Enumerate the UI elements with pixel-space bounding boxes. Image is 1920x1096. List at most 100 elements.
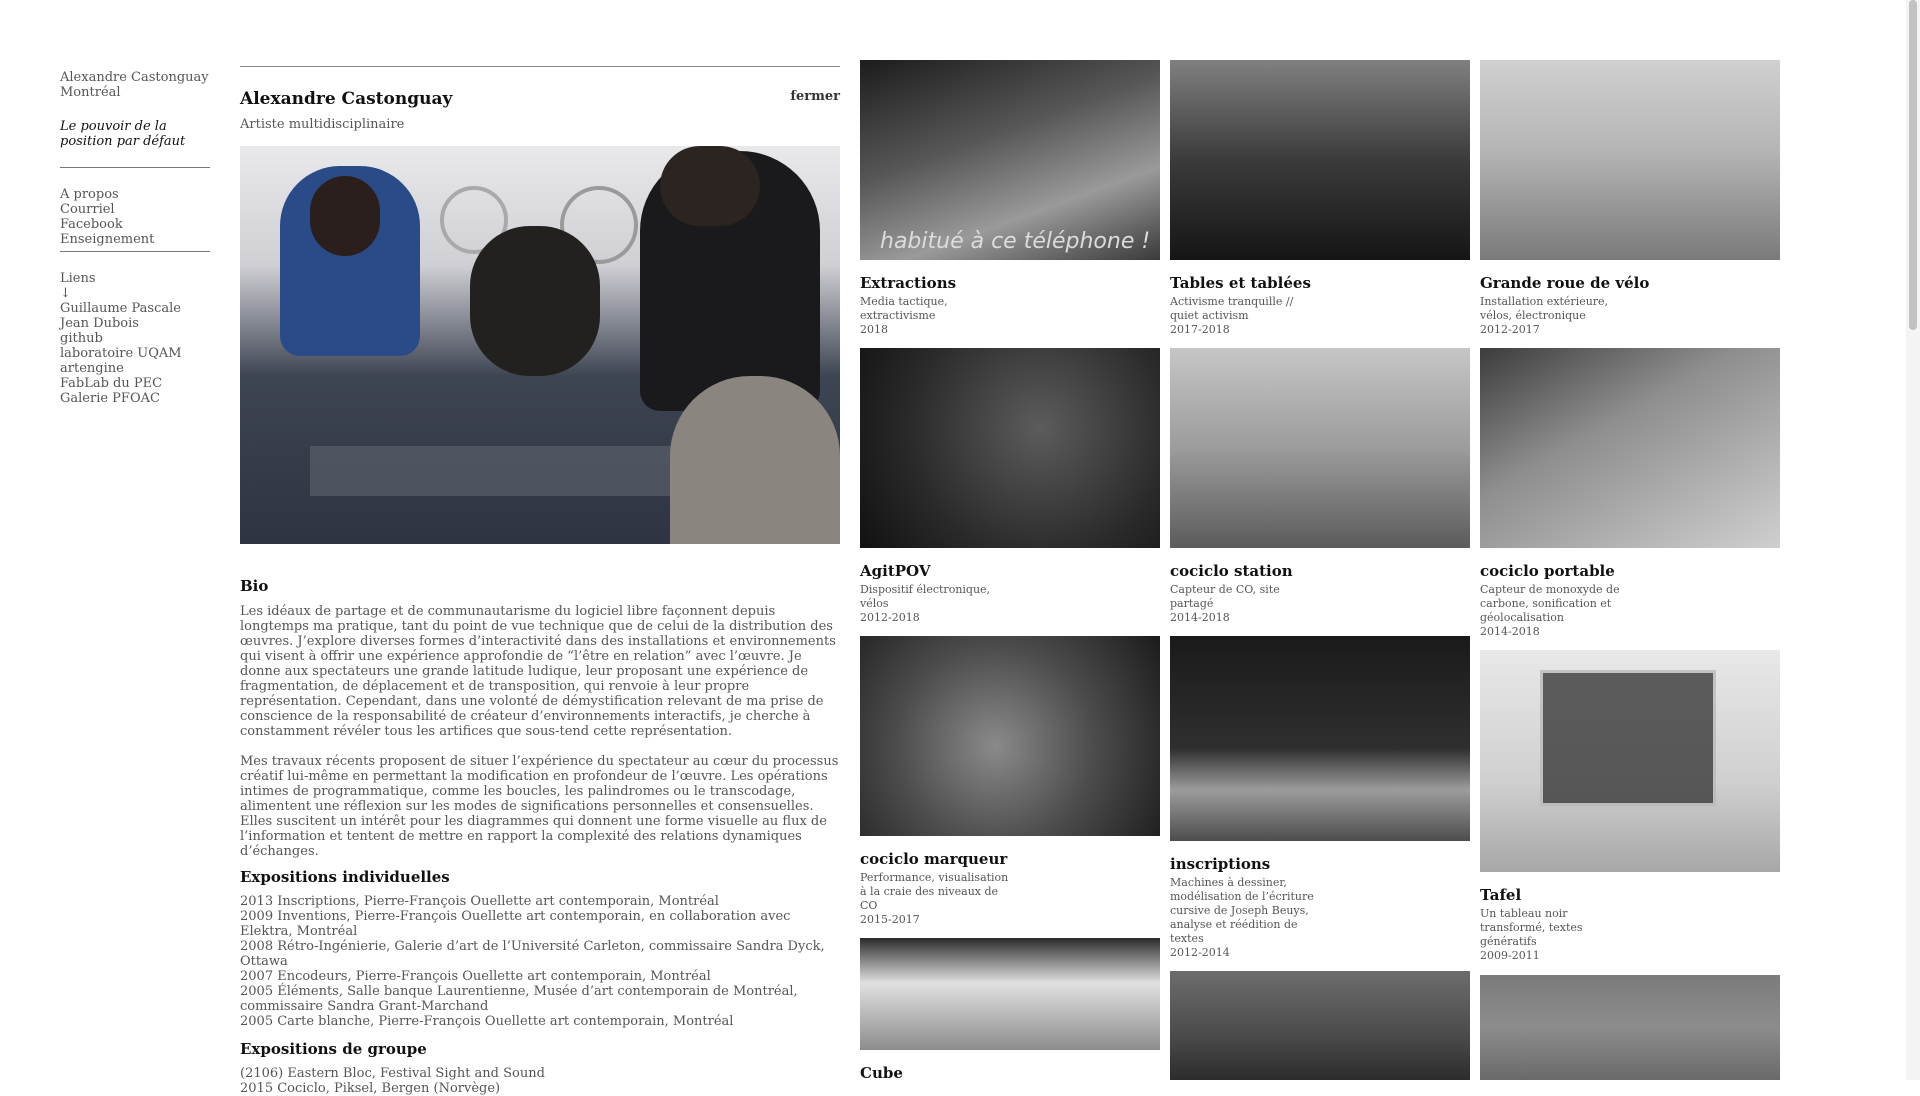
project-card-tables-et-tablees[interactable]: Tables et tablées Activisme tranquille /…: [1170, 60, 1470, 337]
solo-exhibitions-heading: Expositions individuelles: [240, 868, 450, 886]
project-description: Capteur de CO, site partagé 2014-2018: [1170, 583, 1320, 625]
thumbnail-overlay-text: habitué à ce téléphone !: [880, 229, 1151, 254]
project-card-grande-roue-de-velo[interactable]: Grande roue de vélo Installation extérie…: [1480, 60, 1780, 337]
bio-paragraph-2: Mes travaux récents proposent de situer …: [240, 754, 839, 859]
desc-line: Capteur de CO, site: [1170, 583, 1280, 596]
table-electronics-shape: [310, 446, 690, 496]
person-shape: [470, 226, 600, 376]
desc-line: analyse et réédition de: [1170, 918, 1298, 931]
project-title[interactable]: AgitPOV: [860, 562, 1160, 580]
nav-link-enseignement[interactable]: Enseignement: [60, 232, 210, 247]
sidebar: Alexandre Castonguay Montréal Le pouvoir…: [60, 70, 210, 406]
desc-line: 2012-2014: [1170, 946, 1230, 959]
links-list: Guillaume Pascale Jean Dubois github lab…: [60, 301, 210, 406]
project-thumbnail[interactable]: [1170, 971, 1470, 1080]
project-title[interactable]: Cube: [860, 1064, 1160, 1082]
desc-line: Performance, visualisation: [860, 871, 1009, 884]
project-card-untitled[interactable]: [1170, 971, 1470, 1080]
nav-link-a-propos[interactable]: A propos: [60, 187, 210, 202]
desc-line: partagé: [1170, 597, 1214, 610]
project-card-untitled-2[interactable]: [1480, 975, 1780, 1080]
project-card-cociclo-station[interactable]: cociclo station Capteur de CO, site part…: [1170, 348, 1470, 625]
project-thumbnail[interactable]: [1170, 636, 1470, 841]
project-title[interactable]: Tafel: [1480, 886, 1780, 904]
link-jean-dubois[interactable]: Jean Dubois: [60, 316, 210, 331]
project-thumbnail[interactable]: [1480, 650, 1780, 872]
page-scrollbar[interactable]: [1906, 0, 1920, 1080]
desc-line: CO: [860, 899, 878, 912]
project-description: Activisme tranquille // quiet activism 2…: [1170, 295, 1320, 337]
group-exhibitions-heading: Expositions de groupe: [240, 1040, 427, 1058]
desc-line: Media tactique,: [860, 295, 948, 308]
project-card-cociclo-portable[interactable]: cociclo portable Capteur de monoxyde de …: [1480, 348, 1780, 639]
project-title[interactable]: inscriptions: [1170, 855, 1470, 873]
group-exhibitions-list: (2106) Eastern Bloc, Festival Sight and …: [240, 1066, 840, 1096]
desc-line: Un tableau noir: [1480, 907, 1568, 920]
tagline: Le pouvoir de la position par défaut: [60, 119, 210, 149]
list-item: 2015 Cociclo, Piksel, Bergen (Norvège): [240, 1081, 501, 1096]
article-panel: Alexandre Castonguay fermer Artiste mult…: [240, 66, 840, 1096]
desc-line: Activisme tranquille //: [1170, 295, 1294, 308]
project-title[interactable]: cociclo station: [1170, 562, 1470, 580]
project-card-agitpov[interactable]: AgitPOV Dispositif électronique, vélos 2…: [860, 348, 1160, 625]
nav-link-courriel[interactable]: Courriel: [60, 202, 210, 217]
project-description: Un tableau noir transformé, textes génér…: [1480, 907, 1630, 963]
project-description: Media tactique, extractivisme 2018: [860, 295, 1010, 337]
project-thumbnail[interactable]: [860, 938, 1160, 1050]
project-card-tafel[interactable]: Tafel Un tableau noir transformé, textes…: [1480, 650, 1780, 963]
project-thumbnail[interactable]: [1480, 60, 1780, 260]
link-fablab-pec[interactable]: FabLab du PEC: [60, 376, 210, 391]
project-card-cube[interactable]: Cube: [860, 938, 1160, 1082]
project-thumbnail[interactable]: [1170, 60, 1470, 260]
link-github[interactable]: github: [60, 331, 210, 346]
project-card-extractions[interactable]: habitué à ce téléphone ! Extractions Med…: [860, 60, 1160, 337]
site-author-name[interactable]: Alexandre Castonguay: [60, 70, 210, 85]
sidebar-nav: A propos Courriel Facebook Enseignement: [60, 187, 210, 247]
project-title[interactable]: Extractions: [860, 274, 1160, 292]
person-shape: [660, 146, 760, 226]
list-item: 2005 Éléments, Salle banque Laurentienne…: [240, 984, 798, 1014]
solo-exhibitions-list: 2013 Inscriptions, Pierre-François Ouell…: [240, 894, 840, 1029]
desc-line: cursive de Joseph Beuys,: [1170, 904, 1309, 917]
project-description: Dispositif électronique, vélos 2012-2018: [860, 583, 1010, 625]
desc-line: Machines à dessiner,: [1170, 876, 1287, 889]
bio-paragraph-1: Les idéaux de partage et de communautari…: [240, 604, 836, 739]
list-item: 2007 Encodeurs, Pierre-François Ouellett…: [240, 969, 711, 984]
link-artengine[interactable]: artengine: [60, 361, 210, 376]
desc-line: génératifs: [1480, 935, 1537, 948]
project-description: Capteur de monoxyde de carbone, sonifica…: [1480, 583, 1630, 639]
person-shape: [310, 176, 380, 256]
link-laboratoire-uqam[interactable]: laboratoire UQAM: [60, 346, 210, 361]
desc-line: 2009-2011: [1480, 949, 1540, 962]
link-guillaume-pascale[interactable]: Guillaume Pascale: [60, 301, 210, 316]
project-thumbnail[interactable]: [860, 636, 1160, 836]
project-thumbnail[interactable]: [1170, 348, 1470, 548]
project-thumbnail[interactable]: [1480, 348, 1780, 548]
project-thumbnail[interactable]: habitué à ce téléphone !: [860, 60, 1160, 260]
project-title[interactable]: cociclo marqueur: [860, 850, 1160, 868]
project-card-cociclo-marqueur[interactable]: cociclo marqueur Performance, visualisat…: [860, 636, 1160, 927]
article-title: Alexandre Castonguay: [240, 89, 453, 109]
desc-line: géolocalisation: [1480, 611, 1564, 624]
link-galerie-pfoac[interactable]: Galerie PFOAC: [60, 391, 210, 406]
project-description: Machines à dessiner, modélisation de l’é…: [1170, 876, 1320, 960]
desc-line: 2012-2017: [1480, 323, 1540, 336]
tagline-line-1: Le pouvoir de la: [60, 119, 167, 134]
project-description: Installation extérieure, vélos, électron…: [1480, 295, 1630, 337]
article-header: Alexandre Castonguay fermer: [240, 89, 840, 109]
nav-link-facebook[interactable]: Facebook: [60, 217, 210, 232]
project-card-inscriptions[interactable]: inscriptions Machines à dessiner, modéli…: [1170, 636, 1470, 960]
project-thumbnail[interactable]: [860, 348, 1160, 548]
desc-line: 2015-2017: [860, 913, 920, 926]
desc-line: carbone, sonification et: [1480, 597, 1612, 610]
desc-line: extractivisme: [860, 309, 936, 322]
project-thumbnail[interactable]: [1480, 975, 1780, 1080]
close-button[interactable]: fermer: [790, 89, 840, 104]
project-title[interactable]: Tables et tablées: [1170, 274, 1470, 292]
scrollbar-thumb[interactable]: [1909, 0, 1917, 330]
tagline-line-2: position par défaut: [60, 134, 186, 149]
project-title[interactable]: Grande roue de vélo: [1480, 274, 1780, 292]
list-item: 2005 Carte blanche, Pierre-François Ouel…: [240, 1014, 734, 1029]
list-item: 2013 Inscriptions, Pierre-François Ouell…: [240, 894, 719, 909]
project-title[interactable]: cociclo portable: [1480, 562, 1780, 580]
